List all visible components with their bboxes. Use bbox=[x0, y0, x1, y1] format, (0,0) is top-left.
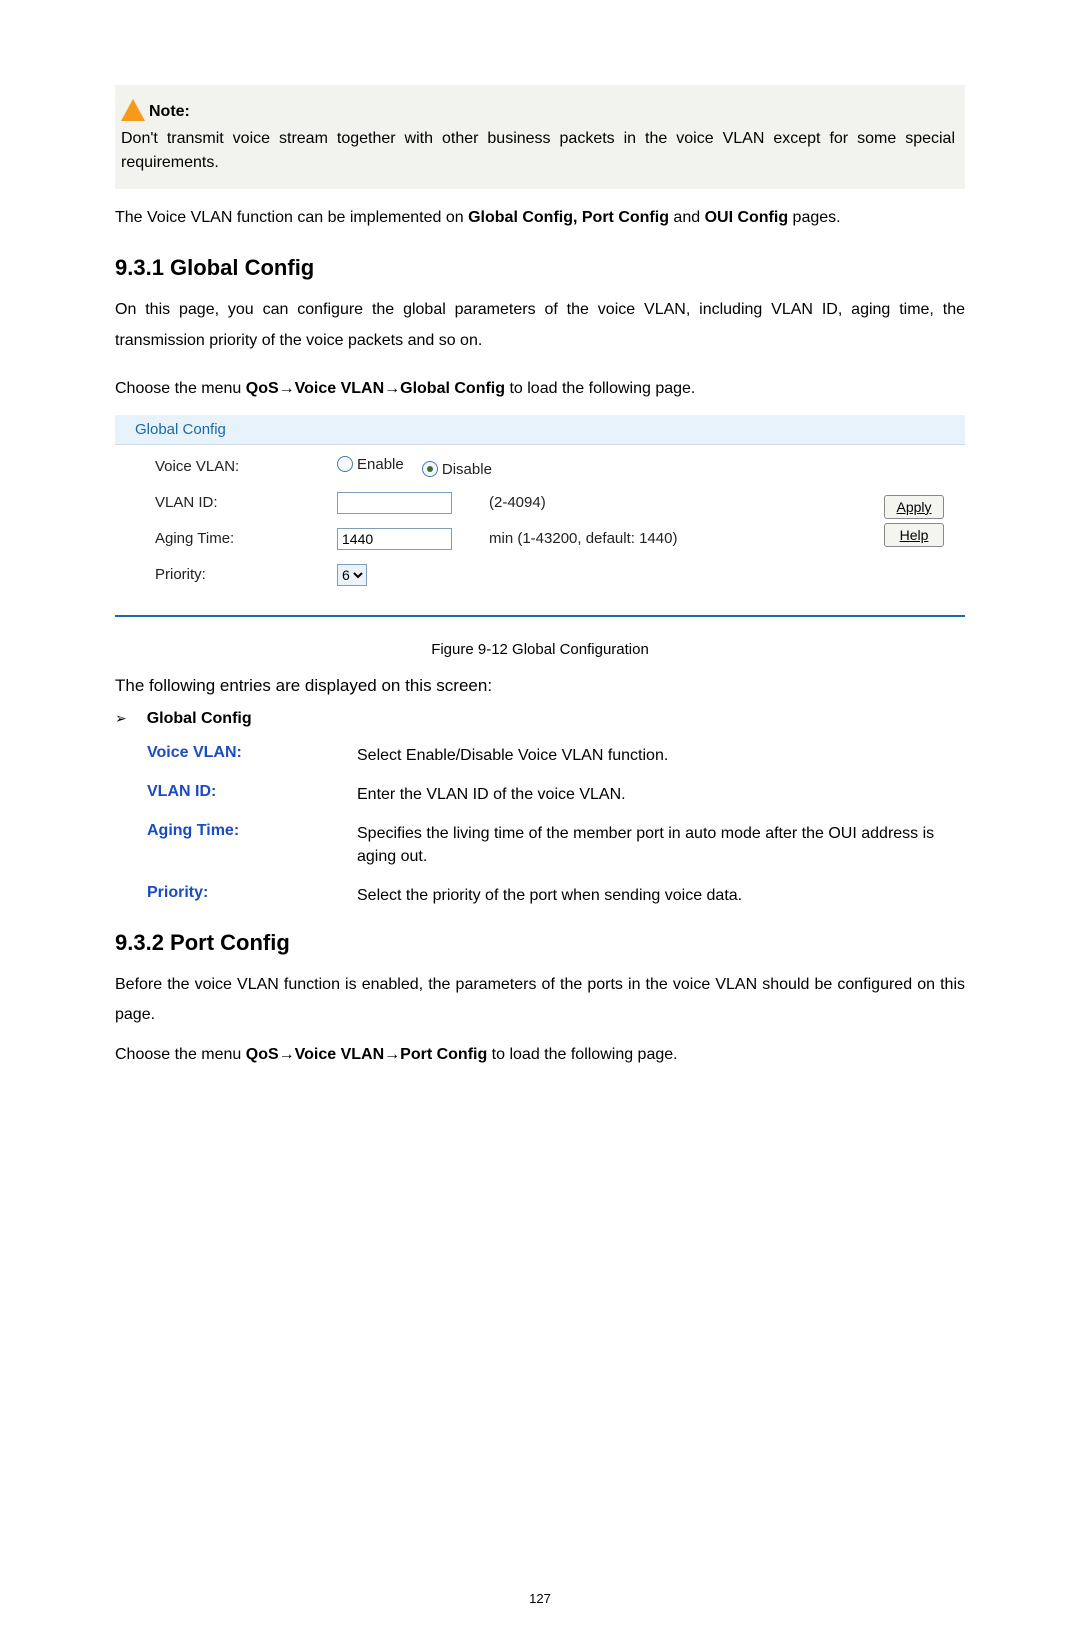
def-desc: Enter the VLAN ID of the voice VLAN. bbox=[357, 783, 965, 806]
def-term-voice-vlan: Voice VLAN: bbox=[147, 744, 357, 767]
bullet-icon: ➢ bbox=[115, 710, 127, 727]
section1-p2b: QoS→Voice VLAN→Global Config bbox=[246, 380, 505, 397]
def-row: Voice VLAN: Select Enable/Disable Voice … bbox=[147, 744, 965, 767]
section-heading-port-config: 9.3.2 Port Config bbox=[115, 930, 965, 956]
note-body: Don't transmit voice stream together wit… bbox=[121, 127, 955, 175]
label-priority: Priority: bbox=[115, 557, 331, 593]
intro-text-a: The Voice VLAN function can be implement… bbox=[115, 209, 468, 226]
def-desc: Select the priority of the port when sen… bbox=[357, 884, 965, 907]
section-heading-global-config: 9.3.1 Global Config bbox=[115, 255, 965, 281]
help-button[interactable]: Help bbox=[884, 523, 944, 547]
apply-button[interactable]: Apply bbox=[884, 495, 944, 519]
section2-p2: Choose the menu QoS→Voice VLAN→Port Conf… bbox=[115, 1040, 965, 1070]
section1-p2c: to load the following page. bbox=[505, 380, 695, 397]
def-row: Priority: Select the priority of the por… bbox=[147, 884, 965, 907]
aging-time-hint: min (1-43200, default: 1440) bbox=[483, 521, 863, 557]
label-voice-vlan: Voice VLAN: bbox=[115, 449, 331, 485]
def-term-aging-time: Aging Time: bbox=[147, 822, 357, 868]
panel-title: Global Config bbox=[115, 415, 965, 445]
radio-enable-label: Enable bbox=[357, 456, 404, 473]
definition-list: Voice VLAN: Select Enable/Disable Voice … bbox=[147, 744, 965, 908]
intro-text-c: and bbox=[669, 209, 705, 226]
intro-paragraph: The Voice VLAN function can be implement… bbox=[115, 203, 965, 233]
def-desc: Specifies the living time of the member … bbox=[357, 822, 965, 868]
section1-p2: Choose the menu QoS→Voice VLAN→Global Co… bbox=[115, 374, 965, 404]
figure-caption: Figure 9-12 Global Configuration bbox=[115, 641, 965, 658]
radio-icon bbox=[337, 456, 353, 472]
section2-p1: Before the voice VLAN function is enable… bbox=[115, 970, 965, 1031]
note-box: Note: Don't transmit voice stream togeth… bbox=[115, 85, 965, 189]
global-config-panel: Global Config Voice VLAN: Enable Disable… bbox=[115, 415, 965, 617]
section2-p2c: to load the following page. bbox=[487, 1046, 677, 1063]
section1-p2a: Choose the menu bbox=[115, 380, 246, 397]
vlan-id-hint: (2-4094) bbox=[483, 485, 863, 521]
aging-time-input[interactable] bbox=[337, 528, 452, 550]
priority-select[interactable]: 6 bbox=[337, 564, 367, 586]
section1-p1: On this page, you can configure the glob… bbox=[115, 295, 965, 356]
radio-disable[interactable]: Disable bbox=[422, 461, 492, 478]
section2-p2b: QoS→Voice VLAN→Port Config bbox=[246, 1046, 487, 1063]
def-row: VLAN ID: Enter the VLAN ID of the voice … bbox=[147, 783, 965, 806]
def-term-vlan-id: VLAN ID: bbox=[147, 783, 357, 806]
radio-enable[interactable]: Enable bbox=[337, 456, 404, 473]
radio-disable-label: Disable bbox=[442, 461, 492, 478]
intro-text-d: OUI Config bbox=[705, 209, 789, 226]
entries-intro: The following entries are displayed on t… bbox=[115, 676, 965, 696]
bullet-label: Global Config bbox=[147, 710, 252, 728]
def-term-priority: Priority: bbox=[147, 884, 357, 907]
note-label: Note: bbox=[149, 103, 190, 121]
intro-text-b: Global Config, Port Config bbox=[468, 209, 669, 226]
intro-text-e: pages. bbox=[788, 209, 840, 226]
page-number: 127 bbox=[115, 1591, 965, 1606]
def-row: Aging Time: Specifies the living time of… bbox=[147, 822, 965, 868]
radio-icon bbox=[422, 461, 438, 477]
vlan-id-input[interactable] bbox=[337, 492, 452, 514]
label-vlan-id: VLAN ID: bbox=[115, 485, 331, 521]
label-aging-time: Aging Time: bbox=[115, 521, 331, 557]
section2-p2a: Choose the menu bbox=[115, 1046, 246, 1063]
bullet-global-config: ➢ Global Config bbox=[115, 710, 965, 728]
def-desc: Select Enable/Disable Voice VLAN functio… bbox=[357, 744, 965, 767]
warning-icon bbox=[121, 99, 145, 121]
